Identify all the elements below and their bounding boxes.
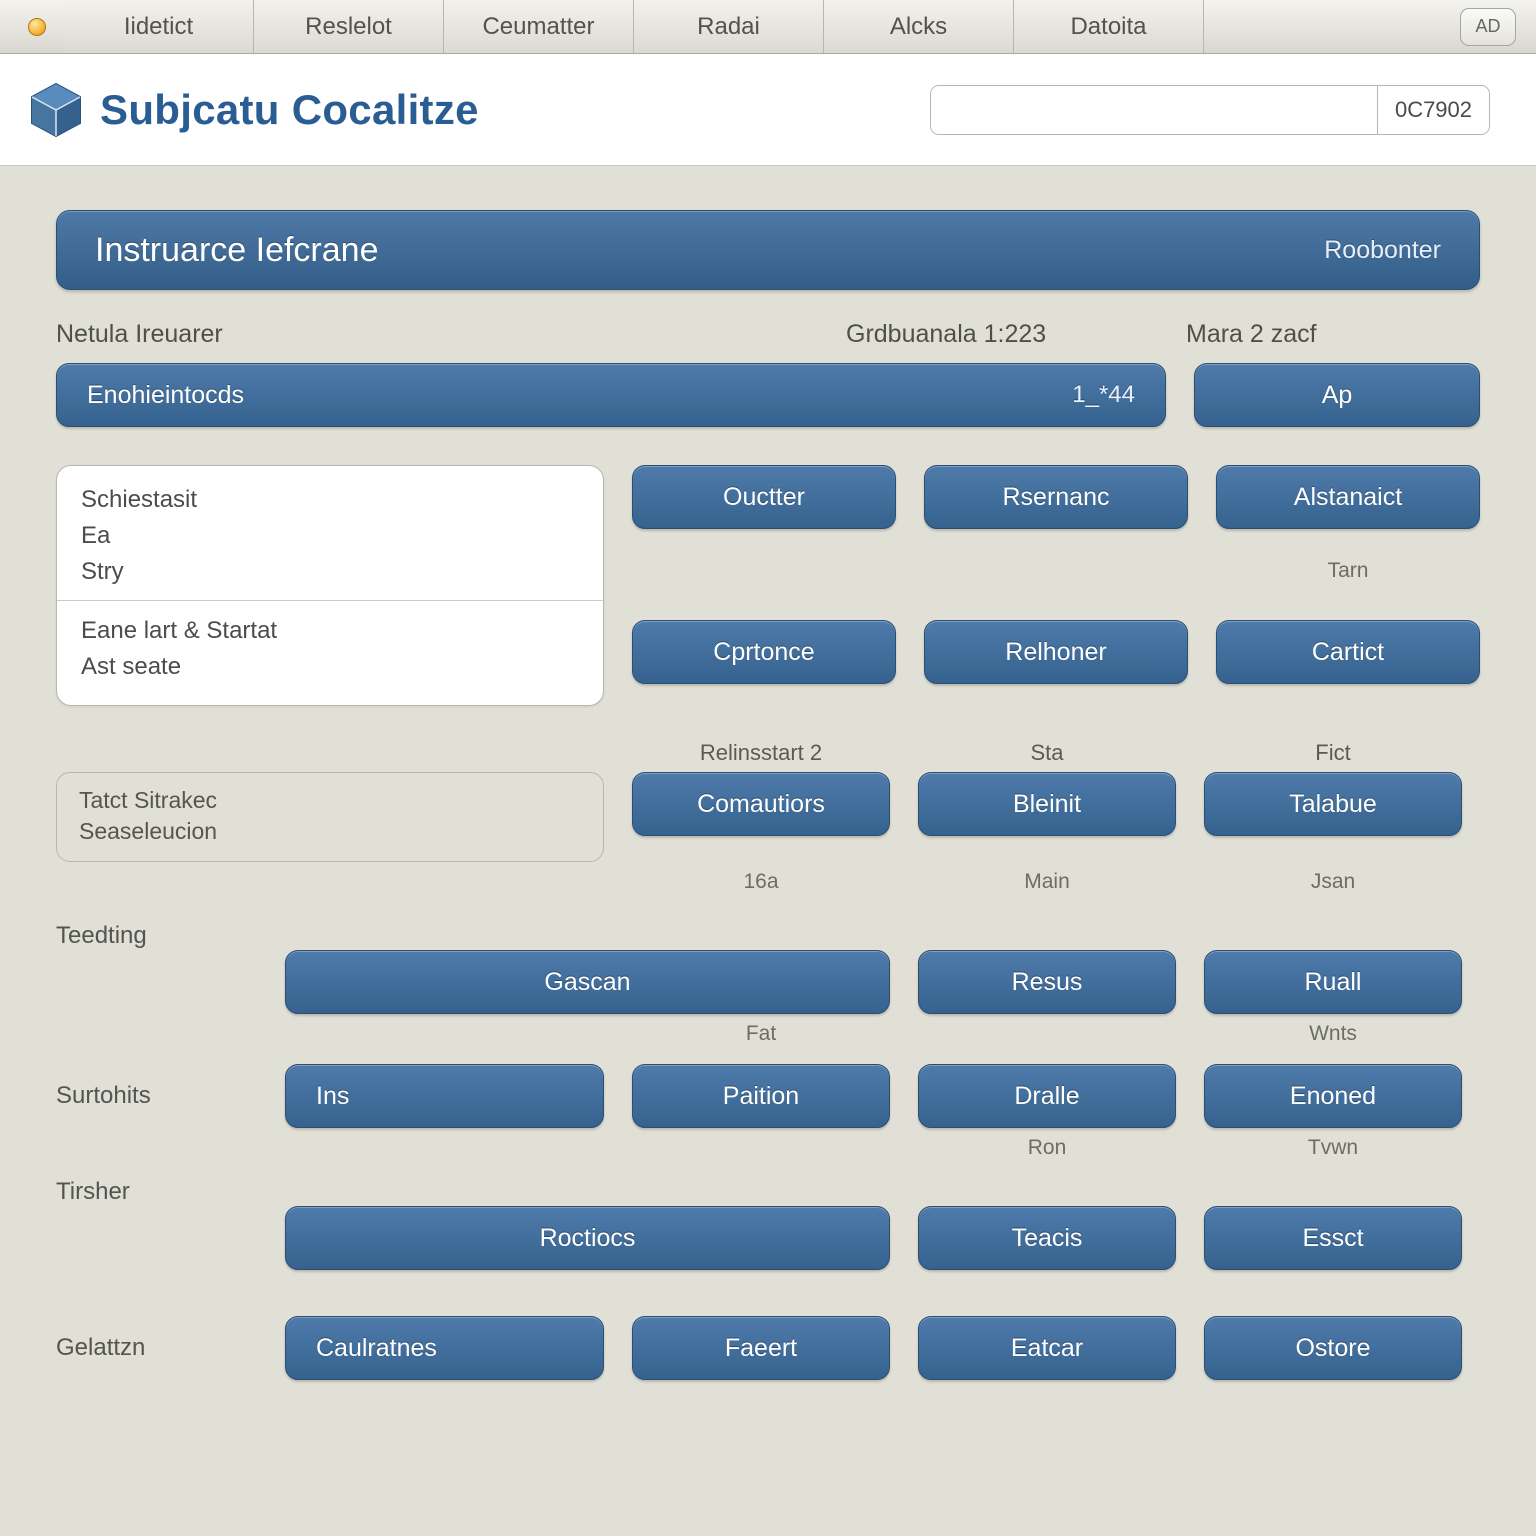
rsernanc-button[interactable]: Rsernanc	[924, 465, 1188, 529]
app-title: Subjcatu Cocalitze	[100, 86, 479, 134]
info-panel: Schiestasit Ea Stry Eane lart & Startat …	[56, 465, 604, 706]
tab-6[interactable]: Datoita	[1014, 0, 1204, 53]
faeert-button[interactable]: Faeert	[632, 1316, 890, 1380]
fict-header: Fict	[1204, 740, 1462, 772]
col-header-2: Grdbuanala 1:223	[846, 320, 1186, 349]
toolbar-extra-button[interactable]: AD	[1460, 8, 1516, 46]
note-tvwn: Tvwn	[1204, 1136, 1462, 1162]
section-title: Instruarce Iefcrane	[95, 231, 378, 270]
resus-button[interactable]: Resus	[918, 950, 1176, 1014]
ruall-button[interactable]: Ruall	[1204, 950, 1462, 1014]
tab-3[interactable]: Ceumatter	[444, 0, 634, 53]
tarn-note: Tarn	[1216, 559, 1480, 585]
sta-header: Sta	[918, 740, 1176, 772]
tatct-box[interactable]: Tatct Sitrakec Seaseleucion	[56, 772, 604, 862]
enohieintocds-value: 1_*44	[1072, 381, 1135, 409]
note-wnts: Wnts	[1204, 1022, 1462, 1048]
panel-line-4: Eane lart & Startat	[81, 613, 579, 649]
note-16a: 16a	[632, 870, 890, 896]
note-jsan: Jsan	[1204, 870, 1462, 896]
gelattzn-label: Gelattzn	[56, 1334, 257, 1362]
ostore-button[interactable]: Ostore	[1204, 1316, 1462, 1380]
panel-line-1: Schiestasit	[81, 482, 579, 518]
note-ron: Ron	[918, 1136, 1176, 1162]
bleinit-button[interactable]: Bleinit	[918, 772, 1176, 836]
essct-button[interactable]: Essct	[1204, 1206, 1462, 1270]
relinsstart-header: Relinsstart 2	[632, 740, 890, 772]
dralle-button[interactable]: Dralle	[918, 1064, 1176, 1128]
note-main: Main	[918, 870, 1176, 896]
gascan-button[interactable]: Gascan	[285, 950, 890, 1014]
section-tag: Roobonter	[1324, 236, 1441, 265]
column-headers: Netula Ireuarer Grdbuanala 1:223 Mara 2 …	[56, 320, 1480, 349]
eatcar-button[interactable]: Eatcar	[918, 1316, 1176, 1380]
note-fat: Fat	[632, 1022, 890, 1048]
comautiors-button[interactable]: Comautiors	[632, 772, 890, 836]
teedting-label: Teedting	[56, 922, 257, 950]
ap-button[interactable]: Ap	[1194, 363, 1480, 427]
section-header: Instruarce Iefcrane Roobonter	[56, 210, 1480, 290]
tab-4[interactable]: Radai	[634, 0, 824, 53]
alstanaict-button[interactable]: Alstanaict	[1216, 465, 1480, 529]
col-header-3: Mara 2 zacf	[1186, 320, 1480, 349]
cartict-button[interactable]: Cartict	[1216, 620, 1480, 684]
search-code: 0C7902	[1377, 86, 1489, 134]
relhoner-button[interactable]: Relhoner	[924, 620, 1188, 684]
tab-2[interactable]: Reslelot	[254, 0, 444, 53]
tab-1[interactable]: Iidetict	[64, 0, 254, 53]
enoned-button[interactable]: Enoned	[1204, 1064, 1462, 1128]
enohieintocds-label: Enohieintocds	[87, 381, 244, 410]
teacis-button[interactable]: Teacis	[918, 1206, 1176, 1270]
search-box: 0C7902	[930, 85, 1490, 135]
talabue-button[interactable]: Talabue	[1204, 772, 1462, 836]
ouctter-button[interactable]: Ouctter	[632, 465, 896, 529]
tab-bar: Iidetict Reslelot Ceumatter Radai Alcks …	[0, 0, 1536, 54]
tab-5[interactable]: Alcks	[824, 0, 1014, 53]
cprtonce-button[interactable]: Cprtonce	[632, 620, 896, 684]
window-minimize-dot[interactable]	[10, 0, 64, 53]
tirsher-label: Tirsher	[56, 1178, 257, 1206]
ins-button[interactable]: Ins	[285, 1064, 604, 1128]
panel-line-3: Stry	[81, 554, 579, 590]
header: Subjcatu Cocalitze 0C7902	[0, 54, 1536, 166]
surtohits-label: Surtohits	[56, 1082, 257, 1110]
panel-line-2: Ea	[81, 518, 579, 554]
search-input[interactable]	[931, 86, 1377, 134]
tatct-line-2: Seaseleucion	[79, 816, 581, 847]
panel-line-5: Ast seate	[81, 649, 579, 685]
col-header-1: Netula Ireuarer	[56, 320, 846, 349]
tatct-line-1: Tatct Sitrakec	[79, 785, 581, 816]
logo-hexagon-icon	[26, 80, 86, 140]
caulratnes-button[interactable]: Caulratnes	[285, 1316, 604, 1380]
roctiocs-button[interactable]: Roctiocs	[285, 1206, 890, 1270]
enohieintocds-bar[interactable]: Enohieintocds 1_*44	[56, 363, 1166, 427]
paition-button[interactable]: Paition	[632, 1064, 890, 1128]
